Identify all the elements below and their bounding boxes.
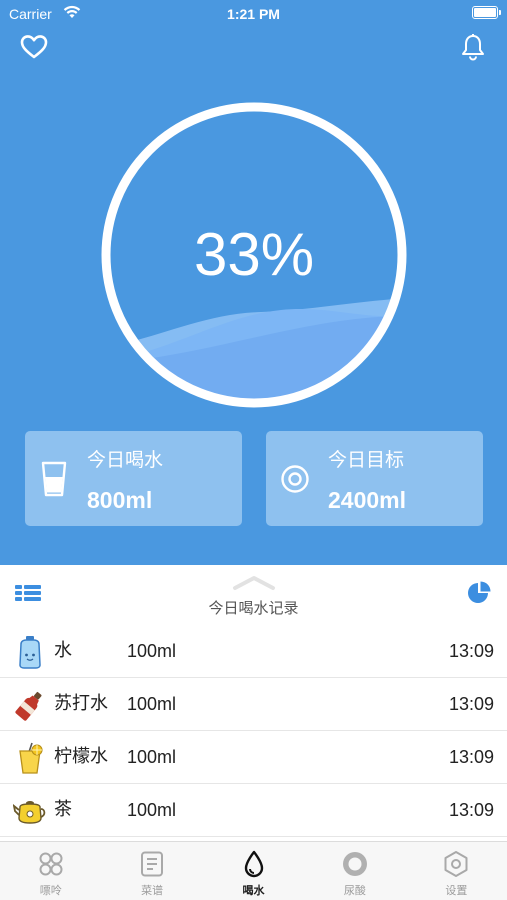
record-row[interactable]: 茶 100ml 13:09 bbox=[0, 784, 507, 837]
record-time: 13:09 bbox=[448, 641, 494, 661]
record-row[interactable]: 柠檬水 100ml 13:09 bbox=[0, 731, 507, 784]
water-bottle-icon bbox=[13, 634, 47, 670]
clover-icon bbox=[37, 850, 65, 878]
status-time: 1:21 PM bbox=[227, 6, 280, 22]
teapot-icon bbox=[13, 793, 47, 829]
bell-button[interactable] bbox=[457, 31, 489, 63]
today-drink-value: 800ml bbox=[87, 487, 153, 513]
hero-panel: Carrier 1:21 PM 33% 今日喝水 800ml 今日目标 2400… bbox=[0, 0, 507, 565]
target-icon bbox=[280, 459, 310, 499]
stats-button[interactable] bbox=[466, 580, 492, 606]
record-amount: 100ml bbox=[127, 747, 177, 767]
lemonade-icon bbox=[13, 740, 47, 776]
record-time: 13:09 bbox=[448, 747, 494, 767]
pie-chart-icon bbox=[468, 581, 491, 603]
record-row[interactable]: 水 100ml 13:09 bbox=[0, 625, 507, 678]
tab-label: 菜谱 bbox=[141, 884, 164, 897]
tab-label: 嘌呤 bbox=[39, 884, 62, 897]
record-time: 13:09 bbox=[448, 694, 494, 714]
record-amount: 100ml bbox=[127, 694, 177, 714]
glass-icon bbox=[39, 459, 69, 499]
soda-bottle-icon bbox=[13, 687, 47, 723]
ring-icon bbox=[341, 850, 369, 878]
records-panel: 今日喝水记录 水 100ml 13:09 苏打水 100ml 13:09 柠檬水… bbox=[0, 565, 507, 841]
status-bar: Carrier 1:21 PM bbox=[0, 0, 507, 28]
today-drink-card[interactable]: 今日喝水 800ml bbox=[25, 431, 242, 526]
record-time: 13:09 bbox=[448, 800, 494, 820]
tab-label: 设置 bbox=[445, 884, 468, 897]
tab-uric-acid[interactable]: 尿酸 bbox=[304, 842, 405, 900]
recipe-icon bbox=[138, 850, 166, 878]
record-name: 水 bbox=[54, 640, 72, 661]
battery-icon bbox=[472, 6, 501, 19]
heart-outline-icon bbox=[20, 35, 48, 59]
tab-label: 喝水 bbox=[242, 884, 265, 897]
heart-button[interactable] bbox=[18, 31, 50, 63]
today-goal-card[interactable]: 今日目标 2400ml bbox=[266, 431, 483, 526]
progress-percent: 33% bbox=[193, 221, 315, 288]
tab-recipes[interactable]: 菜谱 bbox=[101, 842, 202, 900]
settings-hexagon-icon bbox=[442, 850, 470, 878]
record-row[interactable]: 苏打水 100ml 13:09 bbox=[0, 678, 507, 731]
today-drink-label: 今日喝水 bbox=[87, 449, 164, 471]
record-amount: 100ml bbox=[127, 641, 177, 661]
records-title: 今日喝水记录 bbox=[208, 599, 299, 617]
chevron-up-icon[interactable] bbox=[232, 573, 276, 591]
tab-settings[interactable]: 设置 bbox=[406, 842, 507, 900]
record-name: 茶 bbox=[54, 799, 72, 820]
today-goal-label: 今日目标 bbox=[328, 449, 405, 471]
water-drop-icon bbox=[240, 850, 268, 878]
bell-icon bbox=[462, 34, 484, 61]
tab-label: 尿酸 bbox=[343, 884, 366, 897]
today-goal-value: 2400ml bbox=[328, 487, 407, 513]
tab-purine[interactable]: 嘌呤 bbox=[0, 842, 101, 900]
record-amount: 100ml bbox=[127, 800, 177, 820]
record-name: 苏打水 bbox=[54, 693, 108, 714]
tab-water[interactable]: 喝水 bbox=[203, 842, 304, 900]
record-name: 柠檬水 bbox=[54, 746, 108, 767]
tab-bar: 嘌呤 菜谱 喝水 尿酸 设置 bbox=[0, 841, 507, 900]
